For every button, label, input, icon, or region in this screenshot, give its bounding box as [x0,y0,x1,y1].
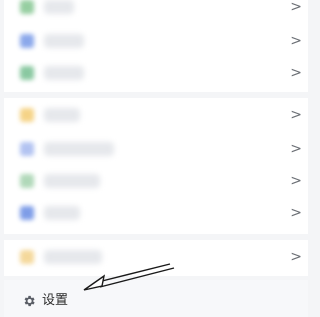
yellow-app-icon [20,108,34,122]
menu-group-2: > > > > [4,98,308,234]
chevron-right-icon: > [290,107,302,123]
yellow-app-icon [20,250,34,264]
menu-item[interactable]: > [4,166,308,198]
menu-item[interactable]: > [4,134,308,166]
menu-item-label [44,0,74,14]
menu-item-label [44,34,84,48]
green-app-icon [20,174,34,188]
menu-item-label [44,108,80,122]
chevron-right-icon: > [290,249,302,265]
chevron-right-icon: > [290,205,302,221]
settings-label: 设置 [42,293,69,308]
chevron-right-icon: > [290,0,302,15]
menu-item[interactable]: > [4,0,308,24]
green-app-icon [20,66,34,80]
menu-group-1: > > > [4,0,308,92]
menu-item-label [44,206,80,220]
chevron-right-icon: > [290,173,302,189]
gear-icon [24,295,35,307]
green-app-icon [20,0,34,14]
chevron-right-icon: > [290,33,302,49]
menu-panel: > > > > > > > > 设置 [0,0,312,317]
menu-item-label [44,174,100,188]
blue-app-icon [20,34,34,48]
menu-item[interactable]: > [4,198,308,230]
blue-app-icon [20,142,34,156]
annotation-arrow [83,263,175,291]
menu-item-label [44,142,114,156]
blue-app-icon [20,206,34,220]
chevron-right-icon: > [290,141,302,157]
chevron-right-icon: > [290,65,302,81]
menu-item[interactable]: > [4,58,308,90]
menu-item-label [44,66,84,80]
menu-item[interactable]: > [4,100,308,132]
menu-item[interactable]: > [4,26,308,58]
